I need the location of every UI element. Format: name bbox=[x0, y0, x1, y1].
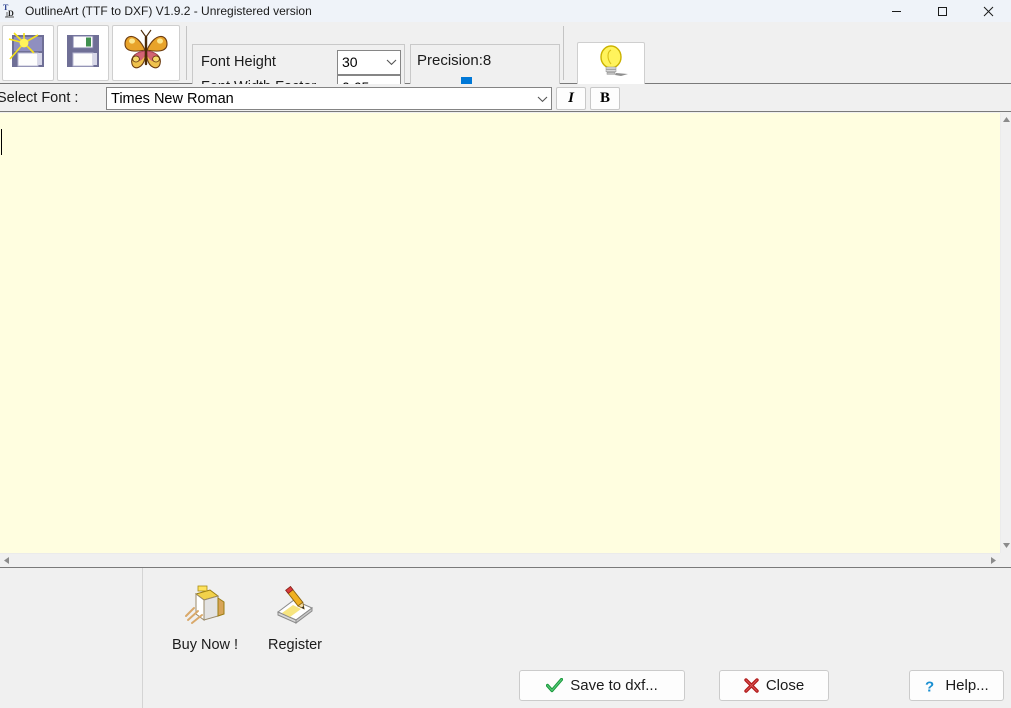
window-title: OutlineArt (TTF to DXF) V1.9.2 - Unregis… bbox=[25, 4, 312, 18]
select-font-label: Select Font : bbox=[0, 90, 79, 106]
italic-toggle-button[interactable]: I bbox=[556, 87, 586, 110]
blue-question-icon: ? bbox=[924, 678, 938, 694]
title-bar: T D OutlineArt (TTF to DXF) V1.9.2 - Unr… bbox=[0, 0, 1011, 22]
text-edit-area[interactable] bbox=[0, 113, 1000, 553]
buy-now-icon bbox=[182, 582, 228, 631]
help-button[interactable]: ? Help... bbox=[909, 670, 1004, 701]
bold-label: B bbox=[599, 90, 610, 106]
save-to-dxf-button[interactable]: Save to dxf... bbox=[519, 670, 685, 701]
precision-label: Precision:8 bbox=[417, 52, 492, 69]
green-check-icon bbox=[546, 678, 564, 693]
bottom-panel: Buy Now ! Register bbox=[0, 567, 1011, 708]
font-height-combo[interactable]: 30 bbox=[337, 49, 401, 75]
font-height-label: Font Height bbox=[201, 54, 276, 70]
toolbar: Font Height 30 Font Width Factor 0.65 bbox=[0, 22, 1011, 104]
scroll-down-arrow-icon[interactable] bbox=[1001, 539, 1011, 552]
vertical-scrollbar[interactable] bbox=[1000, 113, 1011, 565]
save-to-dxf-label: Save to dxf... bbox=[570, 677, 658, 694]
close-label: Close bbox=[765, 677, 805, 694]
lightbulb-icon bbox=[591, 44, 631, 85]
scroll-left-arrow-icon[interactable] bbox=[0, 554, 13, 567]
register-pencil-icon bbox=[272, 582, 318, 631]
floppy-disk-save-icon bbox=[63, 31, 103, 76]
minimize-button[interactable] bbox=[873, 0, 919, 22]
scroll-up-arrow-icon[interactable] bbox=[1001, 113, 1011, 126]
font-family-value: Times New Roman bbox=[111, 90, 234, 107]
butterfly-icon bbox=[121, 28, 171, 79]
svg-text:?: ? bbox=[925, 678, 934, 694]
panel-divider bbox=[142, 568, 143, 708]
chevron-down-icon bbox=[533, 88, 551, 109]
save-as-new-button[interactable] bbox=[2, 25, 54, 81]
red-x-icon bbox=[744, 678, 759, 693]
font-height-value: 30 bbox=[342, 54, 358, 70]
save-button[interactable] bbox=[57, 25, 109, 81]
buy-now-button[interactable]: Buy Now ! bbox=[159, 582, 251, 654]
font-family-combo[interactable]: Times New Roman bbox=[106, 87, 552, 110]
register-label: Register bbox=[268, 637, 322, 653]
scroll-right-arrow-icon[interactable] bbox=[987, 554, 1000, 567]
register-button[interactable]: Register bbox=[249, 582, 341, 654]
bold-toggle-button[interactable]: B bbox=[590, 87, 620, 110]
close-dialog-button[interactable]: Close bbox=[719, 670, 829, 701]
font-selection-row: Select Font : Times New Roman I B bbox=[0, 84, 1011, 112]
toolbar-separator bbox=[186, 26, 187, 80]
close-window-button[interactable] bbox=[965, 0, 1011, 22]
text-caret bbox=[1, 129, 2, 155]
chevron-down-icon bbox=[382, 51, 400, 74]
maximize-button[interactable] bbox=[919, 0, 965, 22]
help-label: Help... bbox=[945, 677, 989, 694]
scrollbar-corner bbox=[1000, 553, 1011, 566]
butterfly-preview-button[interactable] bbox=[112, 25, 180, 81]
app-icon: T D bbox=[0, 0, 22, 22]
buy-now-label: Buy Now ! bbox=[171, 637, 239, 653]
horizontal-scrollbar[interactable] bbox=[0, 553, 1000, 566]
floppy-disk-new-icon bbox=[8, 31, 48, 76]
font-height-row: Font Height 30 bbox=[193, 49, 406, 75]
application-window: T D OutlineArt (TTF to DXF) V1.9.2 - Unr… bbox=[0, 0, 1011, 708]
toolbar-separator bbox=[563, 26, 564, 80]
window-controls bbox=[873, 0, 1011, 22]
italic-label: I bbox=[568, 90, 574, 106]
